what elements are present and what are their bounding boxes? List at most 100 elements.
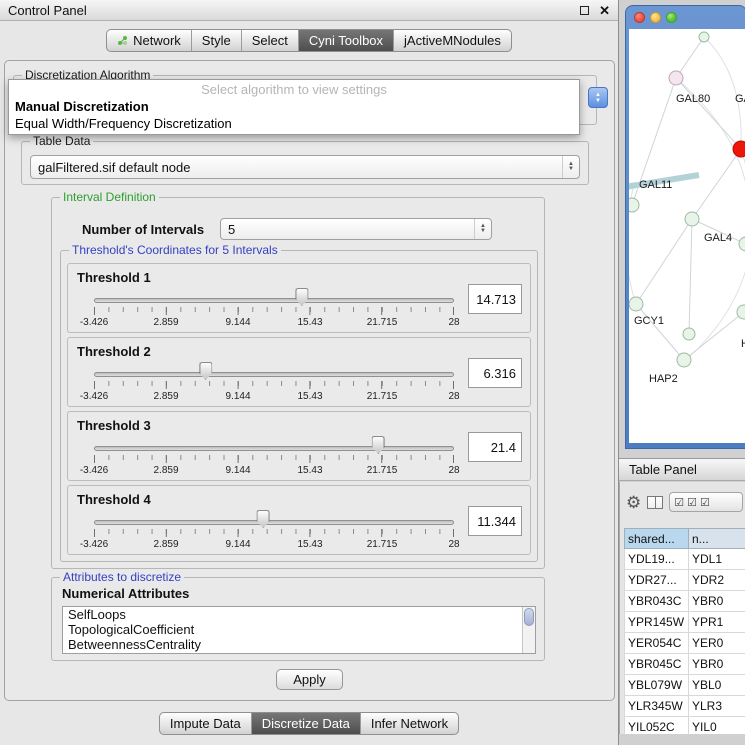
table-cell[interactable]: YBR043C bbox=[625, 591, 689, 612]
table-cell[interactable]: YDL19... bbox=[625, 549, 689, 570]
table-row[interactable]: YDL19...YDL1 bbox=[625, 549, 745, 570]
tab-jactivemnodules[interactable]: jActiveMNodules bbox=[393, 30, 511, 51]
minimize-traffic-light-icon[interactable] bbox=[650, 12, 661, 23]
network-node[interactable] bbox=[677, 353, 691, 367]
close-icon[interactable]: ✕ bbox=[599, 4, 610, 17]
tab-impute-data[interactable]: Impute Data bbox=[160, 713, 251, 734]
column-header-shared[interactable]: shared... bbox=[625, 529, 689, 549]
float-window-icon[interactable] bbox=[580, 6, 589, 15]
algorithm-combo-stepper[interactable]: ▲ ▼ bbox=[588, 87, 608, 108]
tab-cyni-toolbox[interactable]: Cyni Toolbox bbox=[298, 30, 393, 51]
table-cell[interactable]: YER054C bbox=[625, 633, 689, 654]
slider-thumb[interactable] bbox=[257, 510, 270, 528]
threshold-1-value-field[interactable] bbox=[468, 284, 522, 314]
combo-stepper-icon[interactable]: ▲ ▼ bbox=[474, 219, 491, 239]
network-node[interactable] bbox=[629, 198, 639, 212]
tab-style[interactable]: Style bbox=[191, 30, 241, 51]
network-node[interactable] bbox=[629, 297, 643, 311]
slider-thumb[interactable] bbox=[372, 436, 385, 454]
table-cell[interactable]: YBL0 bbox=[689, 675, 745, 696]
slider-thumb[interactable] bbox=[199, 362, 212, 380]
table-row[interactable]: YBL079WYBL0 bbox=[625, 675, 745, 696]
tab-infer-network[interactable]: Infer Network bbox=[360, 713, 458, 734]
num-intervals-combo[interactable]: 5 ▲ ▼ bbox=[220, 218, 492, 240]
zoom-traffic-light-icon[interactable] bbox=[666, 12, 677, 23]
slider-track[interactable] bbox=[94, 446, 454, 451]
column-header-n[interactable]: n... bbox=[689, 529, 745, 549]
list-item[interactable]: TopologicalCoefficient bbox=[63, 622, 535, 637]
threshold-4-value-field[interactable] bbox=[468, 506, 522, 536]
table-cell[interactable]: YER0 bbox=[689, 633, 745, 654]
threshold-1-slider[interactable]: -3.426 2.859 9.144 15.43 21.715 28 bbox=[94, 288, 454, 332]
close-traffic-light-icon[interactable] bbox=[634, 12, 645, 23]
table-cell[interactable]: YDR2 bbox=[689, 570, 745, 591]
table-row[interactable]: YBR045CYBR0 bbox=[625, 654, 745, 675]
table-cell[interactable]: YBL079W bbox=[625, 675, 689, 696]
slider-track[interactable] bbox=[94, 298, 454, 303]
threshold-2-value-field[interactable] bbox=[468, 358, 522, 388]
table-cell[interactable]: YIL052C bbox=[625, 717, 689, 735]
dropdown-placeholder-item[interactable]: Select algorithm to view settings bbox=[9, 80, 579, 98]
table-cell[interactable]: YDR27... bbox=[625, 570, 689, 591]
combo-stepper-icon[interactable]: ▲ ▼ bbox=[562, 156, 579, 178]
threshold-2-slider[interactable]: -3.426 2.859 9.144 15.43 21.715 28 bbox=[94, 362, 454, 406]
table-cell[interactable]: YIL0 bbox=[689, 717, 745, 735]
network-node-selected[interactable] bbox=[733, 141, 745, 157]
network-node[interactable] bbox=[739, 237, 745, 251]
tab-label: Discretize Data bbox=[262, 716, 350, 731]
apply-button[interactable]: Apply bbox=[276, 669, 343, 690]
scale-label: 21.715 bbox=[367, 465, 398, 476]
scrollbar-thumb[interactable] bbox=[524, 608, 534, 626]
gear-icon[interactable]: ⚙ bbox=[626, 494, 641, 511]
dropdown-option-equal-width[interactable]: Equal Width/Frequency Discretization bbox=[9, 115, 579, 132]
slider-major-ticks bbox=[94, 455, 454, 463]
tab-network[interactable]: Network bbox=[107, 30, 191, 51]
table-row[interactable]: YDR27...YDR2 bbox=[625, 570, 745, 591]
table-cell[interactable]: YBR045C bbox=[625, 654, 689, 675]
checkbox-icon: ☑ bbox=[674, 496, 684, 509]
table-cell[interactable]: YLR345W bbox=[625, 696, 689, 717]
attributes-list[interactable]: SelfLoops TopologicalCoefficient Between… bbox=[62, 606, 536, 654]
network-node[interactable] bbox=[699, 32, 709, 42]
network-node[interactable] bbox=[685, 212, 699, 226]
checkbox-icon: ☑ bbox=[700, 496, 710, 509]
threshold-3-slider[interactable]: -3.426 2.859 9.144 15.43 21.715 28 bbox=[94, 436, 454, 480]
network-window-titlebar[interactable] bbox=[626, 6, 745, 28]
network-node[interactable] bbox=[683, 328, 695, 340]
table-cell[interactable]: YBR0 bbox=[689, 591, 745, 612]
scale-label: -3.426 bbox=[80, 465, 108, 476]
table-cell[interactable]: YBR0 bbox=[689, 654, 745, 675]
slider-track[interactable] bbox=[94, 520, 454, 525]
table-row[interactable]: YBR043CYBR0 bbox=[625, 591, 745, 612]
list-item[interactable]: SelfLoops bbox=[63, 607, 535, 622]
table-data-combo[interactable]: galFiltered.sif default node ▲ ▼ bbox=[30, 155, 580, 179]
threshold-4-slider[interactable]: -3.426 2.859 9.144 15.43 21.715 28 bbox=[94, 510, 454, 554]
stepper-down-icon: ▼ bbox=[595, 98, 601, 104]
node-label: GAL11 bbox=[639, 179, 672, 191]
table-row[interactable]: YPR145WYPR1 bbox=[625, 612, 745, 633]
table-cell[interactable]: YPR1 bbox=[689, 612, 745, 633]
table-row[interactable]: YLR345WYLR3 bbox=[625, 696, 745, 717]
slider-track[interactable] bbox=[94, 372, 454, 377]
network-canvas[interactable]: GAL80 GA GAL11 GAL4 GCY1 HAP2 H bbox=[629, 29, 745, 443]
list-item[interactable]: BetweennessCentrality bbox=[63, 637, 535, 652]
network-node[interactable] bbox=[669, 71, 683, 85]
attributes-list-scrollbar[interactable] bbox=[522, 607, 535, 653]
table-cell[interactable]: YLR3 bbox=[689, 696, 745, 717]
tab-select[interactable]: Select bbox=[241, 30, 298, 51]
checkbox-icon: ☑ bbox=[687, 496, 697, 509]
slider-thumb[interactable] bbox=[295, 288, 308, 306]
table-row[interactable]: YIL052CYIL0 bbox=[625, 717, 745, 735]
scale-label: 9.144 bbox=[225, 539, 250, 550]
threshold-3-value-field[interactable] bbox=[468, 432, 522, 462]
tab-discretize-data[interactable]: Discretize Data bbox=[251, 713, 360, 734]
group-title: Attributes to discretize bbox=[60, 570, 184, 584]
network-graph[interactable]: GAL80 GA GAL11 GAL4 GCY1 HAP2 H bbox=[629, 29, 745, 443]
dropdown-option-manual-discretization[interactable]: Manual Discretization bbox=[9, 98, 579, 115]
columns-icon[interactable] bbox=[647, 496, 663, 509]
table-cell[interactable]: YPR145W bbox=[625, 612, 689, 633]
table-row[interactable]: YER054CYER0 bbox=[625, 633, 745, 654]
scale-label: 28 bbox=[448, 465, 459, 476]
table-cell[interactable]: YDL1 bbox=[689, 549, 745, 570]
column-visibility-button[interactable]: ☑ ☑ ☑ bbox=[669, 492, 743, 512]
